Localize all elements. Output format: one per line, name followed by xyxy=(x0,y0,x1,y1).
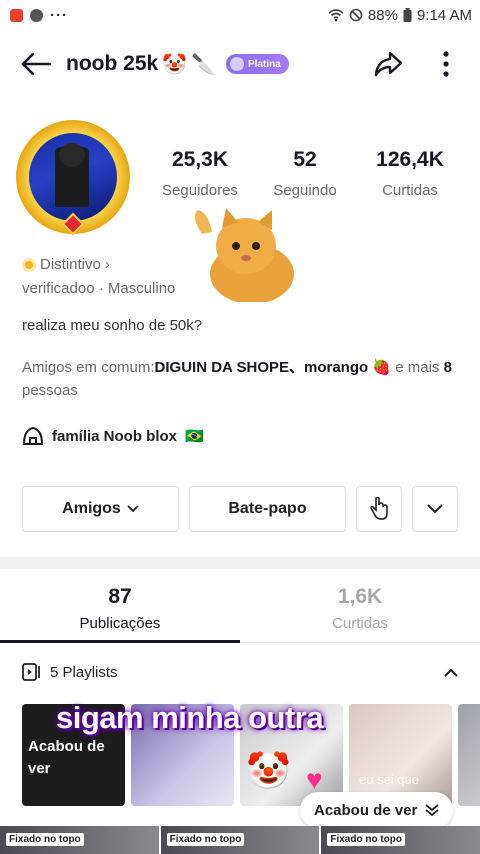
vertical-dots-icon xyxy=(443,51,449,77)
wifi-icon xyxy=(328,9,344,22)
clock: 9:14 AM xyxy=(416,6,472,24)
status-bar: ··· 88% 9:14 AM xyxy=(0,0,480,30)
mutual-mid: e mais xyxy=(395,359,440,376)
likes-label: Curtidas xyxy=(382,182,438,199)
pinned-videos-row: Fixado no topo Fixado no topo Fixado no … xyxy=(0,826,480,854)
chat-button-label: Bate-papo xyxy=(228,500,307,517)
profile-tabs: 87 Publicações 1,6K Curtidas xyxy=(0,569,480,643)
pinned-label: Fixado no topo xyxy=(327,833,405,846)
likes-count: 126,4K xyxy=(376,148,444,171)
family-link[interactable]: família Noob blox 🇧🇷 xyxy=(22,426,204,446)
chat-button[interactable]: Bate-papo xyxy=(189,486,346,532)
battery-percent: 88% xyxy=(367,6,398,24)
platina-badge[interactable]: Platina xyxy=(226,54,289,74)
platina-badge-label: Platina xyxy=(248,58,281,70)
profile-bio: realiza meu sonho de 50k? xyxy=(22,317,203,334)
followers-count: 25,3K xyxy=(171,148,229,171)
recently-watched-label: Acabou de ver xyxy=(314,801,418,819)
followers-label: Seguidores xyxy=(162,182,238,199)
family-name: família Noob blox xyxy=(52,427,178,445)
poke-button[interactable] xyxy=(356,486,402,532)
tab-publications[interactable]: 87 Publicações xyxy=(0,569,240,642)
followers-stat[interactable]: 25,3K Seguidores xyxy=(150,148,250,199)
pinned-video[interactable]: Fixado no topo xyxy=(160,826,320,854)
playlist-thumb[interactable] xyxy=(458,704,480,806)
distintivo-link[interactable]: Distintivo › xyxy=(22,256,110,273)
knife-emoji-icon: 🔪 xyxy=(191,53,216,76)
tab-likes[interactable]: 1,6K Curtidas xyxy=(240,569,480,642)
double-chevron-down-icon xyxy=(425,804,439,817)
video-overlay-caption: sigam minha outra xyxy=(56,700,324,735)
playlist-thumb-text: Acabou de ver xyxy=(28,738,105,777)
following-label: Seguindo xyxy=(273,182,337,199)
share-button[interactable] xyxy=(372,48,404,80)
profile-actions: Amigos Bate-papo xyxy=(22,486,458,532)
pinned-label: Fixado no topo xyxy=(6,833,84,846)
badge-avatar-icon xyxy=(230,57,244,71)
mutual-count: 8 xyxy=(443,359,452,376)
expand-suggestions-button[interactable] xyxy=(412,486,458,532)
header-actions xyxy=(372,48,462,80)
notification-icons: ··· xyxy=(10,7,68,24)
publications-count: 87 xyxy=(108,585,132,608)
profile-header: noob 25k 🤡 🔪 Platina xyxy=(0,38,480,90)
system-icons: 88% 9:14 AM xyxy=(328,7,472,24)
following-stat[interactable]: 52 Seguindo xyxy=(255,148,355,199)
friends-button-label: Amigos xyxy=(62,500,121,517)
app-notification-icon xyxy=(10,8,23,22)
battery-icon xyxy=(403,8,412,22)
more-options-button[interactable] xyxy=(430,48,462,80)
profile-stats: 25,3K Seguidores 52 Seguindo 126,4K Curt… xyxy=(150,148,460,199)
clown-emoji-icon: 🤡 xyxy=(246,750,291,791)
back-button[interactable] xyxy=(18,46,54,82)
do-not-disturb-icon xyxy=(349,8,363,22)
brazil-flag-icon: 🇧🇷 xyxy=(185,428,204,445)
section-divider xyxy=(0,557,480,569)
family-house-icon xyxy=(22,426,44,445)
recently-watched-button[interactable]: Acabou de ver xyxy=(300,792,454,828)
avatar-character-head xyxy=(59,143,85,167)
playlist-thumb-text: eu sei que xyxy=(359,772,419,787)
mutual-friends[interactable]: Amigos em comum:DIGUIN DA SHOPE、morango … xyxy=(22,356,462,402)
distintivo-label: Distintivo xyxy=(40,256,101,273)
chevron-down-icon xyxy=(427,504,443,514)
avatar-image xyxy=(29,133,117,221)
pinned-video[interactable]: Fixado no topo xyxy=(321,826,480,854)
active-tab-indicator xyxy=(0,640,240,643)
playlist-thumb[interactable]: eu sei que xyxy=(349,704,452,806)
friends-button[interactable]: Amigos xyxy=(22,486,179,532)
avatar[interactable] xyxy=(16,120,130,236)
liked-count: 1,6K xyxy=(337,585,383,608)
chevron-up-icon[interactable] xyxy=(444,668,458,677)
chevron-down-icon xyxy=(127,505,139,513)
mutual-suffix: pessoas xyxy=(22,382,78,399)
hand-pointer-icon xyxy=(370,497,388,520)
liked-label: Curtidas xyxy=(332,615,388,632)
profile-meta: verificadoo · Masculino xyxy=(22,280,176,297)
more-notifications-icon: ··· xyxy=(50,6,68,24)
arrow-left-icon xyxy=(21,52,52,76)
pinned-label: Fixado no topo xyxy=(166,833,245,846)
username-text: noob 25k xyxy=(66,52,159,75)
pinned-video[interactable]: Fixado no topo xyxy=(0,826,159,854)
following-count: 52 xyxy=(293,148,317,171)
publications-label: Publicações xyxy=(79,615,161,632)
cat-sticker xyxy=(194,208,294,302)
playlist-icon xyxy=(22,663,40,681)
chevron-right-icon: › xyxy=(104,256,110,273)
clown-emoji-icon: 🤡 xyxy=(162,53,188,76)
mutual-names: DIGUIN DA SHOPE、morango xyxy=(154,359,369,376)
strawberry-emoji-icon: 🍓 xyxy=(372,359,392,376)
facebook-icon xyxy=(30,8,43,22)
playlists-header[interactable]: 5 Playlists xyxy=(0,654,480,690)
likes-stat[interactable]: 126,4K Curtidas xyxy=(360,148,460,199)
playlists-title: 5 Playlists xyxy=(50,663,118,681)
distintivo-icon xyxy=(22,257,36,272)
share-arrow-icon xyxy=(374,51,403,77)
username: noob 25k 🤡 🔪 xyxy=(66,52,216,77)
mutual-prefix: Amigos em comum: xyxy=(22,359,155,376)
